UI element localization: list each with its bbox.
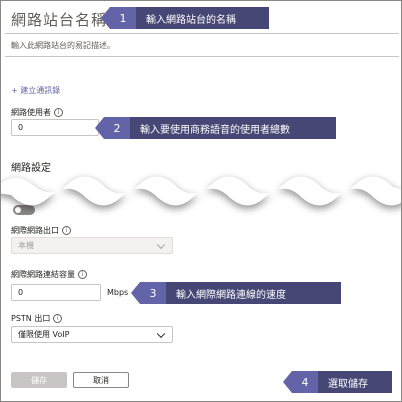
internet-egress-value: 本機 [18, 241, 34, 250]
network-users-label-text: 網路使用者 [11, 108, 51, 117]
info-icon[interactable]: i [78, 270, 87, 279]
callout-number: 3 [140, 282, 166, 304]
info-icon[interactable]: i [54, 108, 63, 117]
callout-text: 選取儲存 [328, 378, 368, 390]
callout-4: 4 選取儲存 [283, 371, 392, 393]
pstn-egress-label-text: PSTN 出口 [11, 314, 51, 323]
description-field[interactable]: 輸入此網路站台的易記描述。 [5, 34, 399, 57]
internet-capacity-label: 網際網路連結容量 i [11, 269, 87, 280]
pstn-egress-value: 僅限使用 VoIP [18, 330, 70, 339]
network-users-label: 網路使用者 i [11, 107, 63, 118]
callout-number: 1 [110, 7, 136, 29]
info-icon[interactable]: i [53, 314, 63, 323]
internet-capacity-input[interactable]: 0 [11, 284, 101, 301]
network-site-form: 網路站台名稱 輸入此網路站台的易記描述。 + 建立通訊錄 網路使用者 i 0 網路… [0, 0, 402, 402]
description-placeholder: 輸入此網路站台的易記描述。 [11, 41, 115, 50]
callout-text: 輸入要使用商務語音的使用者總數 [140, 124, 290, 136]
chevron-down-icon [156, 240, 166, 249]
callout-number: 4 [292, 371, 318, 393]
internet-egress-select[interactable]: 本機 [11, 237, 173, 254]
callout-1: 1 輸入網路站台的名稱 [101, 7, 269, 29]
callout-arrow [131, 282, 140, 304]
save-button[interactable]: 儲存 [11, 372, 67, 388]
internet-capacity-value: 0 [18, 288, 24, 297]
internet-egress-label-text: 網際網路出口 [11, 226, 59, 235]
site-name-value: 網路站台名稱 [11, 11, 108, 29]
callout-arrow [101, 7, 110, 29]
callout-number: 2 [104, 117, 130, 139]
cancel-button[interactable]: 取消 [73, 372, 129, 388]
callout-text: 輸入網際網路連線的速度 [176, 289, 286, 301]
callout-3: 3 輸入網際網路連線的速度 [131, 282, 341, 304]
chevron-down-icon [156, 329, 166, 338]
callout-text: 輸入網路站台的名稱 [146, 14, 236, 26]
callout-arrow [283, 371, 292, 393]
capacity-unit: Mbps [107, 288, 129, 297]
info-icon[interactable]: i [62, 226, 71, 235]
pstn-egress-label: PSTN 出口 i [11, 313, 63, 324]
callout-arrow [95, 117, 104, 139]
pstn-egress-select[interactable]: 僅限使用 VoIP [11, 326, 173, 343]
internet-egress-label: 網際網路出口 i [11, 225, 71, 236]
torn-edge-graphic [1, 176, 401, 206]
internet-capacity-label-text: 網際網路連結容量 [11, 270, 75, 279]
callout-2: 2 輸入要使用商務語音的使用者總數 [95, 117, 336, 139]
add-address-link[interactable]: + 建立通訊錄 [11, 85, 60, 96]
network-users-input[interactable]: 0 [11, 119, 99, 136]
network-users-value: 0 [18, 123, 24, 132]
